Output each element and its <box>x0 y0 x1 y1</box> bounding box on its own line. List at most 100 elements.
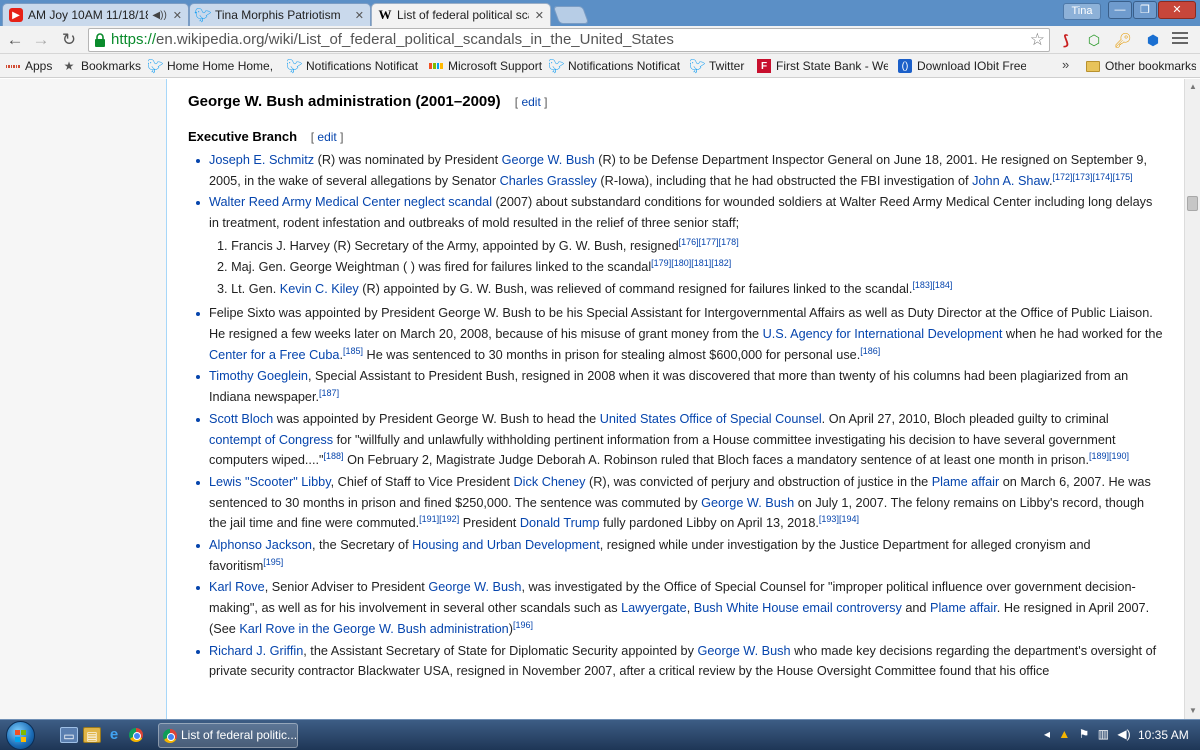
tab-wikipedia[interactable]: W List of federal political sca ✕ <box>371 3 551 26</box>
more-bookmarks-chevron[interactable]: » <box>1062 57 1069 72</box>
wiki-link[interactable]: Lewis "Scooter" Libby <box>209 475 331 489</box>
back-arrow-icon[interactable]: ← <box>4 29 26 51</box>
menu-icon[interactable] <box>1172 32 1188 46</box>
tab-title: AM Joy 10AM 11/18/18 <box>28 8 149 22</box>
edit-link[interactable]: [ edit ] <box>515 95 548 109</box>
bookmarks-bar: Apps ★ Bookmarks 🐦︎ Home Home Home, 🐦︎ N… <box>0 54 1200 78</box>
forward-arrow-icon[interactable]: → <box>30 29 52 51</box>
reference-link[interactable]: [193][194] <box>819 514 859 524</box>
wiki-link[interactable]: Charles Grassley <box>500 174 597 188</box>
wiki-link[interactable]: Karl Rove in the George W. Bush administ… <box>239 622 508 636</box>
scroll-up-arrow-icon[interactable]: ▲ <box>1185 79 1200 95</box>
close-window-button[interactable]: ✕ <box>1158 1 1196 19</box>
new-tab-button[interactable] <box>552 6 590 24</box>
wiki-link[interactable]: Plame affair <box>932 475 999 489</box>
bookmark-star-icon[interactable]: ☆ <box>1030 29 1045 51</box>
wiki-link[interactable]: Center for a Free Cuba <box>209 348 339 362</box>
action-center-icon[interactable]: ⚑ <box>1079 727 1090 741</box>
vertical-scrollbar[interactable]: ▲ ▼ <box>1184 79 1200 719</box>
bookmark-other[interactable]: Other bookmarks <box>1086 58 1196 74</box>
reference-link[interactable]: [172][173][174][175] <box>1053 171 1133 181</box>
reference-link[interactable]: [189][190] <box>1089 451 1129 461</box>
bookmark-bookmarks[interactable]: ★ Bookmarks <box>62 58 142 74</box>
reference-link[interactable]: [195] <box>263 557 283 567</box>
url-scheme: https:// <box>111 31 157 48</box>
address-bar[interactable]: https://en.wikipedia.org/wiki/List_of_fe… <box>88 28 1050 52</box>
wiki-link[interactable]: Walter Reed Army Medical Center neglect … <box>209 195 492 209</box>
edit-link[interactable]: [ edit ] <box>311 130 344 144</box>
bookmark-home[interactable]: 🐦︎ Home Home Home, <box>148 58 272 74</box>
close-tab-icon[interactable]: ✕ <box>355 9 364 22</box>
minimize-button[interactable]: — <box>1108 1 1132 19</box>
wiki-link[interactable]: George W. Bush <box>502 153 595 167</box>
bookmark-twitter[interactable]: 🐦︎ Twitter <box>690 58 750 74</box>
reference-link[interactable]: [188] <box>324 451 344 461</box>
reference-link[interactable]: [187] <box>319 388 339 398</box>
wiki-link[interactable]: Richard J. Griffin <box>209 644 303 658</box>
wiki-link[interactable]: U.S. Agency for International Developmen… <box>763 327 1003 341</box>
wiki-link[interactable]: Timothy Goeglein <box>209 369 308 383</box>
tab-tina-morphis[interactable]: 🐦︎ Tina Morphis Patriotism ✕ <box>189 3 371 26</box>
wiki-link[interactable]: Kevin C. Kiley <box>280 282 359 296</box>
green-extension-icon[interactable]: ⬡ <box>1084 30 1104 50</box>
pdf-extension-icon[interactable]: ⟆ <box>1056 30 1076 50</box>
numbered-sublist: 1. Francis J. Harvey (R) Secretary of th… <box>217 236 1163 301</box>
close-tab-icon[interactable]: ✕ <box>173 9 182 22</box>
wiki-link[interactable]: John A. Shaw <box>972 174 1049 188</box>
bookmark-first-state-bank[interactable]: F First State Bank - Welc <box>757 58 888 74</box>
wiki-link[interactable]: Karl Rove <box>209 580 265 594</box>
wiki-link[interactable]: Plame affair <box>930 601 997 615</box>
reference-link[interactable]: [176][177][178] <box>679 237 739 247</box>
wiki-link[interactable]: Alphonso Jackson <box>209 538 312 552</box>
internet-explorer-icon[interactable]: e <box>105 727 123 743</box>
bookmark-microsoft-support[interactable]: Microsoft Support <box>429 58 545 74</box>
bookmark-apps[interactable]: Apps <box>6 58 58 74</box>
wiki-link[interactable]: Bush White House email controversy <box>694 601 902 615</box>
key-extension-icon[interactable]: 🔑︎ <box>1113 30 1133 50</box>
reference-link[interactable]: [179][180][181][182] <box>651 258 731 268</box>
wiki-link[interactable]: George W. Bush <box>697 644 790 658</box>
file-explorer-icon[interactable]: ▤ <box>83 727 101 743</box>
bookmark-label: First State Bank - Welc <box>776 59 888 73</box>
wiki-link[interactable]: Dick Cheney <box>514 475 586 489</box>
bookmark-notifications-1[interactable]: 🐦︎ Notifications Notificat <box>287 58 420 74</box>
reference-link[interactable]: [191][192] <box>419 514 459 524</box>
start-button[interactable] <box>6 721 35 750</box>
reference-link[interactable]: [196] <box>513 620 533 630</box>
wiki-link[interactable]: United States Office of Special Counsel <box>600 412 822 426</box>
tray-app-icon[interactable]: ▲ <box>1058 727 1070 741</box>
system-tray: ◂ ▲ ⚑ ▥ ◀) <box>1044 727 1136 741</box>
wiki-link[interactable]: Scott Bloch <box>209 412 273 426</box>
volume-icon[interactable]: ◀) <box>1117 727 1130 741</box>
blue-extension-icon[interactable]: ⬢ <box>1143 30 1163 50</box>
show-desktop-icon[interactable]: ▭ <box>60 727 78 743</box>
taskbar-chrome-window[interactable]: List of federal politic... <box>158 723 298 748</box>
wiki-link[interactable]: George W. Bush <box>701 496 794 510</box>
bookmark-iobit[interactable]: () Download IObit Free <box>898 58 1026 74</box>
reference-link[interactable]: [185] <box>343 345 363 355</box>
wiki-link[interactable]: George W. Bush <box>428 580 521 594</box>
tray-arrow-icon[interactable]: ◂ <box>1044 727 1050 741</box>
close-tab-icon[interactable]: ✕ <box>535 9 544 22</box>
wiki-link[interactable]: Joseph E. Schmitz <box>209 153 314 167</box>
bookmark-label: Notifications Notificat <box>568 59 681 73</box>
bookmark-notifications-2[interactable]: 🐦︎ Notifications Notificat <box>549 58 682 74</box>
reload-icon[interactable]: ↻ <box>58 29 80 51</box>
reference-link[interactable]: [186] <box>860 345 880 355</box>
sublist-item: 1. Francis J. Harvey (R) Secretary of th… <box>217 236 739 253</box>
tab-am-joy[interactable]: ▶ AM Joy 10AM 11/18/18 ◀)) ✕ <box>2 3 189 26</box>
scroll-down-arrow-icon[interactable]: ▼ <box>1185 703 1200 719</box>
scrollbar-thumb[interactable] <box>1187 196 1198 211</box>
chrome-icon[interactable] <box>127 727 145 743</box>
audio-playing-icon[interactable]: ◀)) <box>152 10 166 21</box>
wiki-link[interactable]: contempt of Congress <box>209 433 333 447</box>
profile-button[interactable]: Tina <box>1063 3 1101 20</box>
bookmark-label: Notifications Notificat <box>306 59 419 73</box>
maximize-button[interactable]: ❐ <box>1133 1 1157 19</box>
wiki-link[interactable]: Housing and Urban Development <box>412 538 600 552</box>
reference-link[interactable]: [183][184] <box>912 280 952 290</box>
bookmark-label: Other bookmarks <box>1105 59 1196 73</box>
wiki-link[interactable]: Lawyergate <box>621 601 687 615</box>
wiki-link[interactable]: Donald Trump <box>520 516 600 530</box>
network-icon[interactable]: ▥ <box>1098 727 1109 741</box>
